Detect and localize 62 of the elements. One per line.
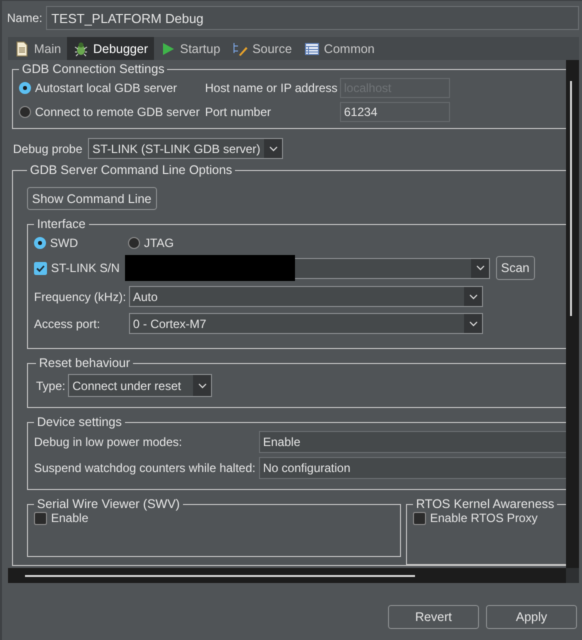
checkbox[interactable]	[34, 512, 47, 524]
field-label: Debug probe	[13, 142, 82, 156]
chevron-icon	[268, 146, 278, 152]
dialog-button[interactable]: Apply	[486, 605, 577, 629]
chevron-icon	[468, 320, 478, 326]
group-title: Serial Wire Viewer (SWV)	[36, 497, 181, 511]
tab[interactable]: Main	[8, 37, 68, 60]
horizontal-scrollbar[interactable]	[8, 568, 566, 583]
tree-pencil-icon	[232, 40, 248, 56]
radio-button[interactable]	[19, 106, 31, 118]
checkbox[interactable]	[413, 512, 426, 524]
chevron-icon	[468, 294, 478, 300]
dropdown[interactable]: 0 - Cortex-M7	[129, 313, 483, 334]
group-title: GDB Connection Settings	[21, 62, 166, 76]
checkbox[interactable]	[34, 262, 47, 274]
scan-button[interactable]: Scan	[496, 256, 534, 280]
field-label: Suspend watchdog counters while halted:	[34, 461, 256, 475]
field-label: Access port:	[34, 316, 102, 330]
radio-button[interactable]	[19, 82, 31, 94]
group-title: Device settings	[36, 415, 123, 429]
dropdown[interactable]: Connect under reset	[68, 374, 212, 397]
scrollbar-corner	[566, 568, 579, 583]
radio-label[interactable]: Autostart local GDB server	[35, 81, 178, 95]
name-field[interactable]: TEST_PLATFORM Debug	[46, 6, 579, 30]
dropdown[interactable]: ST-LINK (ST-LINK GDB server)	[88, 138, 284, 159]
radio-button[interactable]	[34, 237, 46, 249]
checkmark-icon	[35, 262, 46, 274]
vertical-scrollbar[interactable]	[566, 60, 579, 568]
tab[interactable]: Debugger	[67, 37, 154, 60]
checkbox-label[interactable]: Enable RTOS Proxy	[430, 511, 538, 525]
tab[interactable]: Source	[226, 37, 298, 60]
group-title: Reset behaviour	[38, 356, 132, 370]
dropdown[interactable]	[127, 258, 490, 278]
dropdown[interactable]: Enable	[259, 431, 566, 453]
group-title: RTOS Kernel Awareness	[415, 497, 556, 511]
field-label: Debug in low power modes:	[34, 435, 184, 449]
dropdown[interactable]: No configuration	[259, 457, 566, 479]
show-command-line-button[interactable]: Show Command Line	[27, 187, 157, 210]
checkbox-label[interactable]: Enable	[51, 511, 88, 525]
dialog-button[interactable]: Revert	[388, 605, 479, 629]
dropdown[interactable]: Auto	[129, 286, 483, 307]
checkbox-label[interactable]: ST-LINK S/N	[51, 261, 120, 275]
radio-label[interactable]: Connect to remote GDB server	[35, 105, 200, 119]
chevron-icon	[198, 382, 207, 388]
group-title: Interface	[36, 217, 87, 231]
document-icon	[14, 40, 30, 56]
text-field[interactable]: 61234	[340, 102, 450, 122]
field-label: Type:	[36, 378, 66, 392]
field-label: Port number	[205, 105, 272, 119]
group-title: GDB Server Command Line Options	[29, 163, 234, 177]
tab[interactable]: Startup	[154, 37, 226, 60]
tab[interactable]: Common	[298, 37, 381, 60]
radio-button[interactable]	[128, 237, 140, 249]
radio-label[interactable]: JTAG	[144, 236, 174, 250]
bug-icon	[73, 40, 90, 56]
name-label: Name:	[7, 11, 42, 25]
play-icon	[160, 40, 176, 56]
table-icon	[304, 40, 320, 56]
field-label: Host name or IP address	[205, 81, 339, 95]
field-label: Frequency (kHz):	[34, 290, 128, 304]
chevron-icon	[476, 265, 484, 271]
radio-label[interactable]: SWD	[50, 236, 78, 250]
